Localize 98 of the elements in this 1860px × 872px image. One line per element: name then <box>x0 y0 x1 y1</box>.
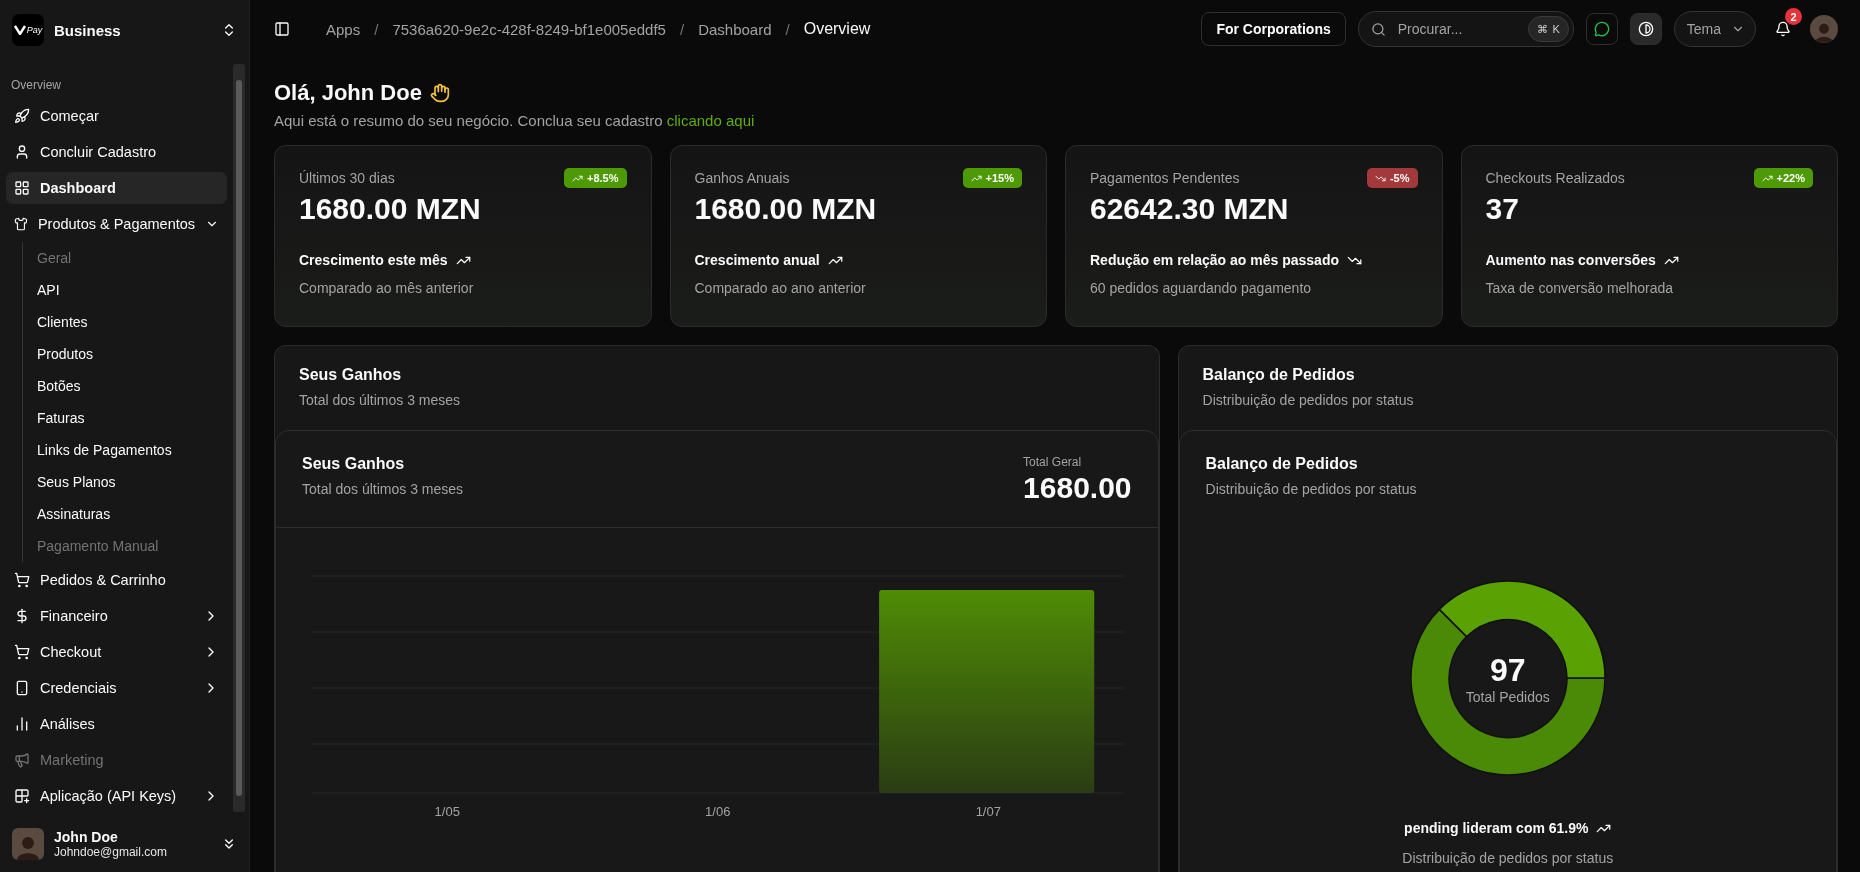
logo-text: Pay <box>26 25 43 35</box>
stat-label: Pagamentos Pendentes <box>1090 170 1240 186</box>
total-label: Total Geral <box>1023 455 1083 469</box>
axis-label: 1/05 <box>434 804 460 819</box>
corporations-button[interactable]: For Corporations <box>1201 12 1346 46</box>
rocket-icon <box>14 108 30 124</box>
stat-value: 1680.00 MZN <box>694 192 878 226</box>
grid-icon <box>14 180 30 196</box>
trend-badge: +22% <box>1753 168 1813 188</box>
workspace-name: Business <box>54 21 122 39</box>
contrast-icon <box>1637 21 1654 37</box>
grid-plus-icon <box>14 788 30 804</box>
section-label: Overview <box>10 77 62 94</box>
nav-item[interactable]: Checkout <box>6 636 227 668</box>
register-link[interactable]: clicando aqui <box>666 112 755 129</box>
chat-icon <box>1593 21 1610 37</box>
donut-total: 97 <box>1490 651 1526 689</box>
nav-item[interactable]: Concluir Cadastro <box>6 136 227 168</box>
contrast-button[interactable] <box>1629 13 1662 45</box>
nav-subitem[interactable]: Faturas <box>33 402 227 434</box>
nav-item[interactable]: Pedidos & Carrinho <box>6 564 227 596</box>
v-mark-icon <box>13 25 26 35</box>
nav-subitem[interactable]: Produtos <box>33 338 227 370</box>
breadcrumb[interactable]: Overview <box>803 20 871 38</box>
shortcut-hint: ⌘ K <box>1528 16 1569 42</box>
card-title: Balanço de Pedidos <box>1205 455 1359 473</box>
avatar <box>12 828 44 860</box>
card-subtitle: Distribuição de pedidos por status <box>1205 481 1417 497</box>
chat-button[interactable] <box>1585 13 1618 45</box>
bar-chart-icon <box>14 716 30 732</box>
card-subtitle: Total dos últimos 3 meses <box>302 481 464 497</box>
search-field[interactable]: Procurar... <box>1395 20 1519 38</box>
user-email: Johndoe@gmail.com <box>54 845 168 859</box>
trend-badge: +15% <box>962 168 1022 188</box>
chart-caption: Distribuição de pedidos por status <box>1402 850 1614 866</box>
stat-label: Checkouts Realizados <box>1485 170 1625 186</box>
card-title: Seus Ganhos <box>302 455 406 473</box>
cart-icon <box>14 644 30 660</box>
stat-caption: Comparado ao mês anterior <box>299 280 475 296</box>
breadcrumb[interactable]: Apps <box>326 20 361 38</box>
cart-icon <box>14 572 30 588</box>
panel-subtitle: Total dos últimos 3 meses <box>299 392 462 408</box>
stat-caption: Taxa de conversão melhorada <box>1485 280 1675 296</box>
donut-label: Total Pedidos <box>1465 688 1550 705</box>
panel-subtitle: Distribuição de pedidos por status <box>1202 392 1415 408</box>
nav-subitem[interactable]: Clientes <box>33 306 227 338</box>
breadcrumb[interactable]: Dashboard <box>698 20 772 38</box>
axis-label: 1/06 <box>705 804 731 819</box>
greeting-subtitle: Aqui está o resumo do seu negócio. Conclua seu cadastro clicando aqui <box>274 112 756 129</box>
phone-icon <box>14 680 30 696</box>
nav-item[interactable]: Credenciais <box>6 672 227 704</box>
nav-item[interactable]: Dashboard <box>6 172 227 204</box>
nav-subitem[interactable]: Links de Pagamentos <box>33 434 227 466</box>
stat-caption: Comparado ao ano anterior <box>694 280 867 296</box>
breadcrumb-separator: / <box>679 20 685 38</box>
axis-label: 1/07 <box>975 804 1001 819</box>
theme-select[interactable]: Tema <box>1673 11 1756 47</box>
breadcrumb-separator: / <box>374 20 379 38</box>
nav-item[interactable]: Começar <box>6 100 227 132</box>
scrollbar[interactable] <box>233 64 245 812</box>
sidebar-toggle-icon[interactable] <box>274 21 290 37</box>
stat-value: 37 <box>1485 192 1520 226</box>
megaphone-icon <box>14 752 30 768</box>
panel-title: Seus Ganhos <box>299 366 403 384</box>
stat-caption: 60 pedidos aguardando pagamento <box>1090 280 1313 296</box>
nav-item[interactable]: Financeiro <box>6 600 227 632</box>
search-icon <box>1370 21 1386 37</box>
stat-value: 62642.30 MZN <box>1090 192 1290 226</box>
stat-note: Crescimento anual <box>694 252 820 268</box>
user-icon <box>14 144 30 160</box>
notification-count: 2 <box>1785 8 1802 25</box>
shirt-icon <box>14 216 28 232</box>
total-value: 1680.00 <box>1023 471 1132 505</box>
chart-note: pending lideram com 61.9% <box>1404 820 1589 836</box>
breadcrumb[interactable]: 7536a620-9e2c-428f-8249-bf1e005eddf5 <box>392 20 666 38</box>
stat-value: 1680.00 MZN <box>299 192 482 226</box>
nav-subitem[interactable]: Seus Planos <box>33 466 227 498</box>
nav-item[interactable]: Produtos & Pagamentos <box>6 208 227 240</box>
stat-note: Aumento nas conversões <box>1485 252 1656 268</box>
trend-badge: -5% <box>1366 168 1418 188</box>
breadcrumb-separator: / <box>785 20 790 38</box>
trend-badge: +8.5% <box>564 168 627 188</box>
bell-icon <box>1775 21 1791 37</box>
greeting-title: Olá, John Doe <box>274 80 422 106</box>
waving-hand-icon <box>429 83 450 103</box>
nav-subitem[interactable]: Botões <box>33 370 227 402</box>
nav-item[interactable]: Análises <box>6 708 227 740</box>
stat-note: Crescimento este mês <box>299 252 448 268</box>
nav-item[interactable]: Aplicação (API Keys) <box>6 780 227 812</box>
dollar-icon <box>14 608 30 624</box>
stat-label: Últimos 30 dias <box>299 170 395 186</box>
user-name: John Doe <box>54 829 119 845</box>
nav-subitem[interactable]: API <box>33 274 227 306</box>
panel-title: Balanço de Pedidos <box>1202 366 1356 384</box>
search-bar[interactable]: Procurar... ⌘ K <box>1357 11 1574 47</box>
stat-label: Ganhos Anuais <box>694 170 790 186</box>
stat-note: Redução em relação ao mês passado <box>1090 252 1339 268</box>
nav-subitem[interactable]: Assinaturas <box>33 498 227 530</box>
